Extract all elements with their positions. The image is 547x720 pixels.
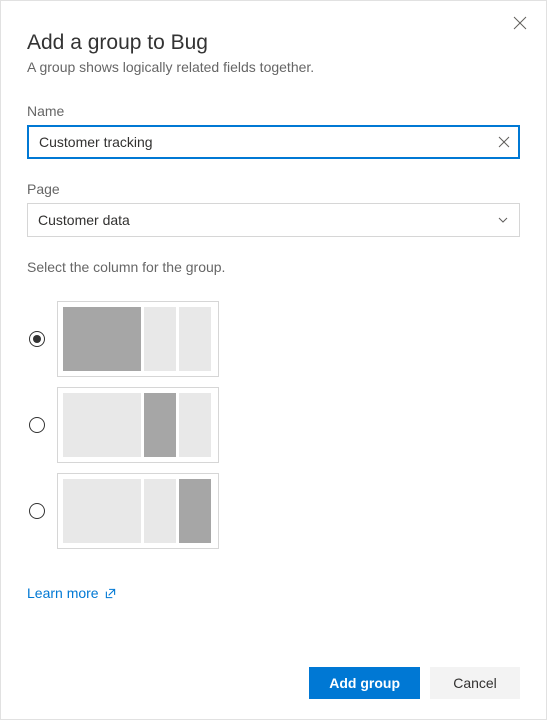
page-select[interactable]: Customer data [27, 203, 520, 237]
dialog-footer: Add group Cancel [309, 667, 520, 699]
column-radio-3[interactable] [29, 503, 45, 519]
external-link-icon [105, 588, 116, 599]
column-option-3[interactable] [27, 473, 520, 549]
page-label: Page [27, 181, 520, 197]
layout-col [179, 307, 211, 371]
column-option-1[interactable] [27, 301, 520, 377]
name-label: Name [27, 103, 520, 119]
clear-icon [498, 136, 510, 148]
layout-col [144, 307, 176, 371]
learn-more-link[interactable]: Learn more [27, 585, 116, 601]
layout-preview-1 [57, 301, 219, 377]
layout-preview-2 [57, 387, 219, 463]
layout-col [179, 393, 211, 457]
page-field-group: Page Customer data [27, 181, 520, 237]
name-input[interactable] [29, 127, 518, 157]
clear-name-button[interactable] [498, 136, 510, 148]
learn-more-label: Learn more [27, 585, 99, 601]
layout-col [63, 479, 141, 543]
chevron-down-icon [497, 214, 509, 226]
close-icon [513, 16, 527, 30]
page-select-value: Customer data [38, 212, 497, 228]
layout-col [179, 479, 211, 543]
column-radio-2[interactable] [29, 417, 45, 433]
dialog-title: Add a group to Bug [27, 31, 520, 55]
dialog-close-button[interactable] [510, 13, 530, 33]
layout-col [63, 393, 141, 457]
dialog-subtitle: A group shows logically related fields t… [27, 59, 520, 75]
column-prompt: Select the column for the group. [27, 259, 520, 275]
add-group-dialog: Add a group to Bug A group shows logical… [0, 0, 547, 720]
column-radio-1[interactable] [29, 331, 45, 347]
layout-col [63, 307, 141, 371]
layout-col [144, 393, 176, 457]
layout-col [144, 479, 176, 543]
layout-preview-3 [57, 473, 219, 549]
name-input-wrapper [27, 125, 520, 159]
add-group-button[interactable]: Add group [309, 667, 420, 699]
column-option-2[interactable] [27, 387, 520, 463]
cancel-button[interactable]: Cancel [430, 667, 520, 699]
name-field-group: Name [27, 103, 520, 159]
